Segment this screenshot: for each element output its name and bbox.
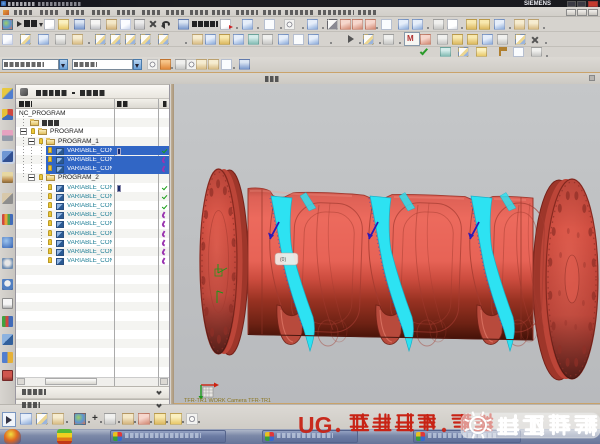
svg-text:UG: UG: [298, 412, 333, 438]
